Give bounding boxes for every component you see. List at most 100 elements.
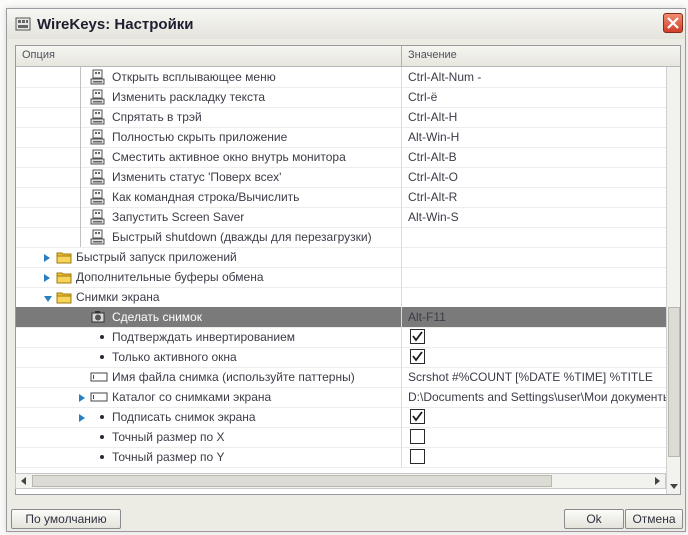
grid-row[interactable]: Каталог со снимками экрана D:\Documents a… — [16, 387, 666, 408]
option-checkbox[interactable] — [410, 409, 425, 424]
cancel-button[interactable]: Отмена — [625, 509, 683, 529]
grid-row[interactable]: Дополнительные буферы обмена — [16, 267, 666, 288]
tree-line — [80, 187, 81, 207]
option-checkbox[interactable] — [410, 429, 425, 444]
grid-row[interactable]: Быстрый запуск приложений — [16, 247, 666, 268]
grid-row[interactable]: Подписать снимок экрана — [16, 407, 666, 428]
hotkey-action-icon — [90, 169, 106, 188]
option-label: Дополнительные буферы обмена — [76, 270, 264, 284]
tree-line — [80, 227, 81, 247]
wirekeys-app-icon — [15, 16, 31, 32]
option-label: Открыть всплывающее меню — [112, 70, 276, 84]
option-label: Каталог со снимками экрана — [112, 390, 272, 404]
scroll-left-arrow-icon[interactable] — [17, 475, 31, 487]
scroll-down-arrow-icon[interactable] — [667, 479, 680, 493]
vertical-scroll-thumb[interactable] — [668, 307, 680, 457]
grid-row[interactable]: Открыть всплывающее меню Ctrl-Alt-Num - — [16, 67, 666, 88]
expand-arrow-icon[interactable] — [78, 392, 86, 406]
option-label: Запустить Screen Saver — [112, 210, 245, 224]
tree-line — [80, 87, 81, 107]
text-field-icon — [90, 391, 108, 406]
grid-row[interactable]: Точный размер по X — [16, 427, 666, 448]
column-divider — [401, 67, 402, 87]
option-checkbox[interactable] — [410, 349, 425, 364]
expand-arrow-icon[interactable] — [43, 272, 51, 286]
option-label: Только активного окна — [112, 350, 237, 364]
grid-row[interactable]: Быстрый shutdown (дважды для перезагрузк… — [16, 227, 666, 248]
option-label: Точный размер по Y — [112, 450, 225, 464]
horizontal-scroll-thumb[interactable] — [32, 475, 552, 487]
grid-row[interactable]: Спрятать в трэй Ctrl-Alt-H — [16, 107, 666, 128]
collapse-arrow-icon[interactable] — [43, 292, 53, 306]
option-value[interactable]: Ctrl-Alt-Num - — [408, 70, 666, 84]
option-value[interactable]: Alt-Win-S — [408, 210, 666, 224]
column-divider — [401, 207, 402, 227]
close-button[interactable] — [663, 13, 683, 33]
expand-arrow-icon[interactable] — [43, 252, 51, 266]
grid-row[interactable]: Изменить раскладку текста Ctrl-ё — [16, 87, 666, 108]
scroll-right-arrow-icon[interactable] — [650, 475, 664, 487]
option-value[interactable]: Ctrl-Alt-B — [408, 150, 666, 164]
grid-row[interactable]: Точный размер по Y — [16, 447, 666, 468]
folder-icon — [56, 290, 72, 307]
option-checkbox[interactable] — [410, 449, 425, 464]
column-divider — [401, 187, 402, 207]
bullet-icon — [100, 415, 104, 419]
grid-row[interactable]: Имя файла снимка (используйте паттерны) S… — [16, 367, 666, 388]
option-value[interactable]: D:\Documents and Settings\user\Мои докум… — [408, 390, 666, 404]
option-label: Точный размер по X — [112, 430, 225, 444]
column-header-option[interactable]: Опция — [22, 49, 55, 61]
column-divider — [401, 447, 402, 467]
option-value[interactable]: Ctrl-Alt-O — [408, 170, 666, 184]
hotkey-action-icon — [90, 149, 106, 168]
tree-line — [80, 127, 81, 147]
bullet-icon — [100, 335, 104, 339]
option-value[interactable]: Ctrl-Alt-H — [408, 110, 666, 124]
close-icon — [667, 17, 679, 29]
column-divider[interactable] — [401, 46, 402, 66]
grid-row[interactable]: Полностью скрыть приложение Alt-Win-H — [16, 127, 666, 148]
settings-property-grid[interactable]: Опция Значение Открыть всплывающее меню C… — [15, 45, 681, 495]
bullet-icon — [100, 455, 104, 459]
option-value[interactable]: Alt-F11 — [408, 310, 666, 324]
column-divider — [401, 427, 402, 447]
column-divider — [401, 87, 402, 107]
column-divider — [401, 387, 402, 407]
option-label: Полностью скрыть приложение — [112, 130, 288, 144]
option-value[interactable]: Ctrl-Alt-R — [408, 190, 666, 204]
hotkey-action-icon — [90, 69, 106, 88]
option-checkbox[interactable] — [410, 329, 425, 344]
tree-line — [80, 207, 81, 227]
grid-row[interactable]: Запустить Screen Saver Alt-Win-S — [16, 207, 666, 228]
option-label: Быстрый запуск приложений — [76, 250, 237, 264]
option-label: Подписать снимок экрана — [112, 410, 256, 424]
hotkey-action-icon — [90, 189, 106, 208]
default-button[interactable]: По умолчанию — [11, 509, 121, 529]
grid-row[interactable]: Снимки экрана — [16, 287, 666, 308]
column-header-value[interactable]: Значение — [408, 49, 457, 61]
option-value[interactable]: Alt-Win-H — [408, 130, 666, 144]
option-value[interactable]: Scrshot #%COUNT [%DATE %TIME] %TITLE — [408, 370, 666, 384]
hotkey-action-icon — [90, 109, 106, 128]
option-value[interactable]: Ctrl-ё — [408, 90, 666, 104]
option-label: Сделать снимок — [112, 310, 202, 324]
column-divider — [401, 107, 402, 127]
grid-row[interactable]: Сместить активное окно внутрь монитора Ct… — [16, 147, 666, 168]
grid-row[interactable]: Изменить статус 'Поверх всех' Ctrl-Alt-O — [16, 167, 666, 188]
vertical-scrollbar[interactable] — [666, 67, 680, 494]
expand-arrow-icon[interactable] — [78, 412, 86, 426]
ok-button[interactable]: Ok — [564, 509, 624, 529]
tree-line — [80, 147, 81, 167]
grid-row[interactable]: Только активного окна — [16, 347, 666, 368]
grid-row[interactable]: Как командная строка/Вычислить Ctrl-Alt-R — [16, 187, 666, 208]
option-label: Сместить активное окно внутрь монитора — [112, 150, 346, 164]
grid-row[interactable]: Сделать снимок Alt-F11 — [16, 307, 666, 328]
settings-window: WireKeys: Настройки Опция Значение Откры… — [6, 8, 686, 532]
grid-row[interactable]: Подтверждать инвертированием — [16, 327, 666, 348]
option-label: Подтверждать инвертированием — [112, 330, 296, 344]
column-divider — [401, 127, 402, 147]
column-divider — [401, 367, 402, 387]
horizontal-scrollbar[interactable] — [15, 473, 666, 489]
bullet-icon — [100, 355, 104, 359]
screenshot-camera-icon — [90, 309, 106, 328]
